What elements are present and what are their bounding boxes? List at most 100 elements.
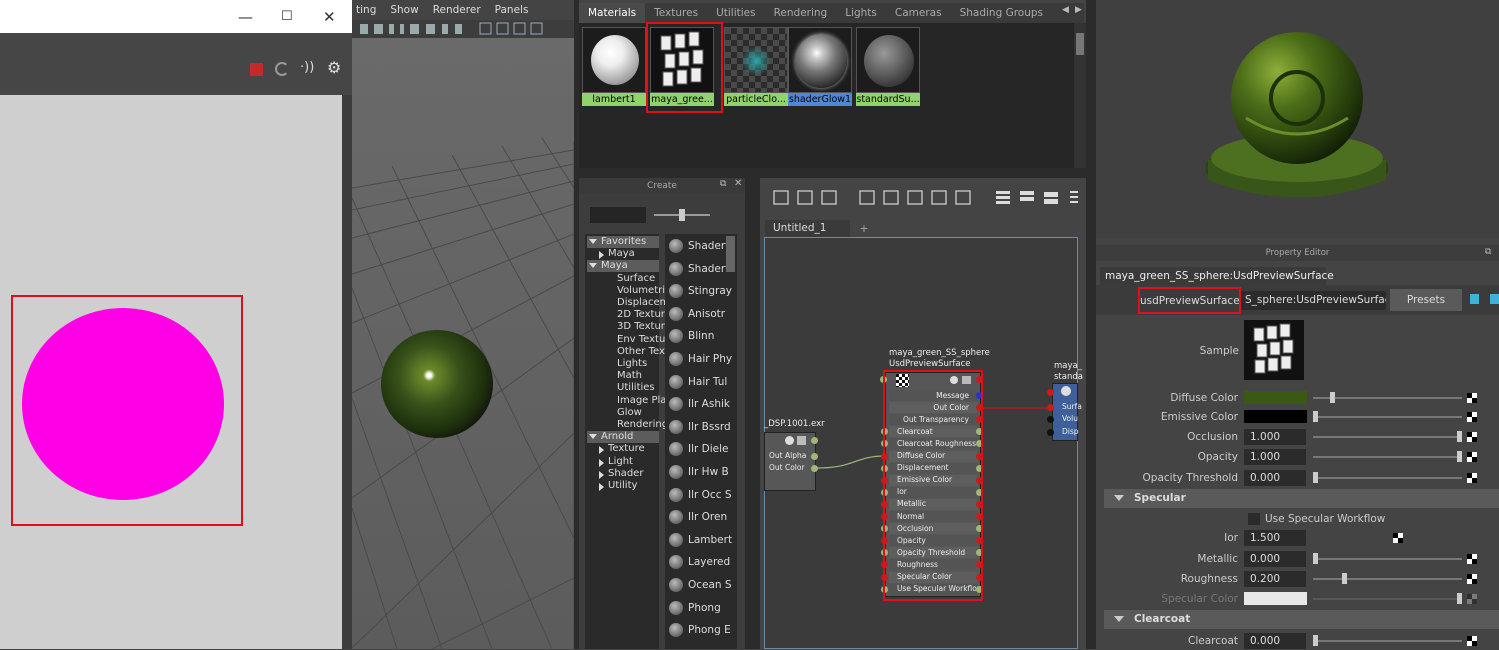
material-swatch-particlecloud[interactable]: particleClo... xyxy=(724,27,788,107)
shader-list-item[interactable]: Stingray xyxy=(669,281,732,301)
expand-arrow-icon[interactable] xyxy=(589,434,597,443)
output-port[interactable] xyxy=(811,437,818,444)
tree-item[interactable]: 2D Texture xyxy=(607,309,671,321)
tree-item[interactable]: Utilities xyxy=(607,382,655,394)
slider-knob[interactable] xyxy=(1457,593,1462,604)
node-list-scrollbar[interactable] xyxy=(726,236,735,272)
menu-renderer[interactable]: Renderer xyxy=(433,4,481,16)
maximize-button[interactable]: ☐ xyxy=(281,9,293,24)
slider-track[interactable] xyxy=(1313,436,1462,438)
splitter[interactable] xyxy=(745,178,760,649)
tree-item[interactable]: Shader xyxy=(598,468,643,480)
slider-track[interactable] xyxy=(1313,477,1462,479)
tree-item[interactable]: Math xyxy=(607,370,642,382)
tab-textures[interactable]: Textures xyxy=(645,7,707,19)
input-port[interactable] xyxy=(1047,416,1054,423)
tab-lights[interactable]: Lights xyxy=(836,7,886,19)
graph-node-icon[interactable] xyxy=(1470,294,1479,304)
slider-track[interactable] xyxy=(1313,397,1462,399)
expand-arrow-icon[interactable] xyxy=(589,239,597,248)
shader-list-item[interactable]: Ilr Oren xyxy=(669,507,727,527)
node-name-field[interactable]: S_sphere:UsdPreviewSurface xyxy=(1241,291,1386,310)
shader-list-item[interactable]: Layered xyxy=(669,552,730,572)
viewport-green-sphere[interactable] xyxy=(381,330,493,438)
ipr-icon[interactable]: ·)) xyxy=(300,60,314,75)
slider-track[interactable] xyxy=(1313,456,1462,458)
menu-show[interactable]: Show xyxy=(390,4,418,16)
tree-item[interactable]: Utility xyxy=(598,480,637,492)
collapse-arrow-icon[interactable] xyxy=(599,446,608,455)
slider-track[interactable] xyxy=(1313,640,1462,642)
value-field[interactable]: 1.000 xyxy=(1244,429,1306,445)
tree-item[interactable]: Env Textur xyxy=(607,334,669,346)
slider-knob[interactable] xyxy=(1330,392,1336,403)
tab-scroll-right-icon[interactable]: ▶ xyxy=(1075,5,1082,15)
menu-lighting[interactable]: ting xyxy=(356,4,376,16)
shader-list-item[interactable]: Ilr Occ S xyxy=(669,485,731,505)
map-button-icon[interactable] xyxy=(1467,432,1477,442)
value-field[interactable]: 1.000 xyxy=(1244,449,1306,465)
map-button-icon[interactable] xyxy=(1467,412,1477,422)
settings-gear-icon[interactable]: ⚙ xyxy=(327,58,341,77)
shader-list-item[interactable]: Phong E xyxy=(669,620,731,640)
output-port[interactable] xyxy=(811,465,818,472)
shader-list-item[interactable]: Ilr Diele xyxy=(669,439,729,459)
map-button-icon[interactable] xyxy=(1467,554,1477,564)
tree-item[interactable]: Image Plar xyxy=(607,395,671,407)
shader-list-item[interactable]: Ocean S xyxy=(669,575,732,595)
splitter[interactable] xyxy=(579,168,1086,178)
float-panel-icon[interactable]: ⧉ xyxy=(720,179,726,189)
use-specular-workflow-checkbox[interactable] xyxy=(1248,513,1260,525)
color-swatch[interactable] xyxy=(1244,391,1307,404)
specular-section-header[interactable]: Specular xyxy=(1104,489,1499,508)
shader-list-item[interactable]: Hair Phy xyxy=(669,349,732,369)
collapse-arrow-icon[interactable] xyxy=(599,458,608,467)
map-button-icon[interactable] xyxy=(1393,533,1403,543)
map-button-icon[interactable] xyxy=(1467,452,1477,462)
collapse-arrow-icon[interactable] xyxy=(599,483,608,491)
material-swatch-lambert1[interactable]: lambert1 xyxy=(582,27,646,107)
shader-list-item[interactable]: Anisotr xyxy=(669,304,725,324)
color-swatch[interactable] xyxy=(1244,592,1307,605)
node-editor-tab[interactable]: Untitled_1 xyxy=(765,220,850,237)
tree-item[interactable]: Displacem xyxy=(607,297,669,309)
tab-utilities[interactable]: Utilities xyxy=(707,7,765,19)
slider-knob[interactable] xyxy=(1313,635,1318,646)
tab-materials[interactable]: Materials xyxy=(579,3,646,23)
tree-item[interactable]: Glow xyxy=(607,407,642,419)
tree-item[interactable]: Arnold xyxy=(587,431,659,444)
value-field[interactable]: 0.000 xyxy=(1244,633,1306,649)
slider-knob[interactable] xyxy=(1313,553,1318,564)
tree-item[interactable]: Volumetric xyxy=(607,285,671,297)
slider-knob[interactable] xyxy=(1457,431,1462,442)
output-port[interactable] xyxy=(811,453,818,460)
tree-item[interactable]: Rendering xyxy=(607,419,668,431)
refresh-icon[interactable] xyxy=(275,62,289,76)
slider-track[interactable] xyxy=(1313,558,1462,560)
expand-icon[interactable] xyxy=(1490,294,1499,304)
map-button-icon[interactable] xyxy=(1467,594,1477,604)
slider-track[interactable] xyxy=(1313,598,1462,600)
material-swatch-standardsurface[interactable]: standardSu... xyxy=(856,27,920,107)
value-field[interactable]: 0.200 xyxy=(1244,571,1306,587)
slider-knob[interactable] xyxy=(679,209,685,221)
node-tab[interactable]: maya_green_SS_sphere:UsdPreviewSurface xyxy=(1100,267,1334,285)
shader-list-item[interactable]: Phong xyxy=(669,598,721,618)
clearcoat-section-header[interactable]: Clearcoat xyxy=(1104,610,1499,629)
tab-scroll-left-icon[interactable]: ◀ xyxy=(1062,5,1069,15)
shader-list-item[interactable]: Shaderf xyxy=(669,236,729,256)
shader-list-item[interactable]: Shaderf xyxy=(669,259,729,279)
viewport-tool-icons[interactable] xyxy=(352,20,574,38)
create-search-input[interactable] xyxy=(590,207,646,223)
shader-list-item[interactable]: Blinn xyxy=(669,326,714,346)
tree-item[interactable]: 3D Texture xyxy=(607,321,671,333)
tree-item[interactable]: Texture xyxy=(598,443,645,455)
slider-knob[interactable] xyxy=(1313,411,1318,422)
minimize-button[interactable]: — xyxy=(238,8,253,26)
value-field[interactable]: 0.000 xyxy=(1244,551,1306,567)
value-field[interactable]: 1.500 xyxy=(1244,530,1306,546)
slider-track[interactable] xyxy=(1313,416,1462,418)
tree-item[interactable]: Surface xyxy=(607,273,655,285)
shader-list-item[interactable]: Ilr Ashik xyxy=(669,394,730,414)
expand-arrow-icon[interactable] xyxy=(589,263,597,272)
